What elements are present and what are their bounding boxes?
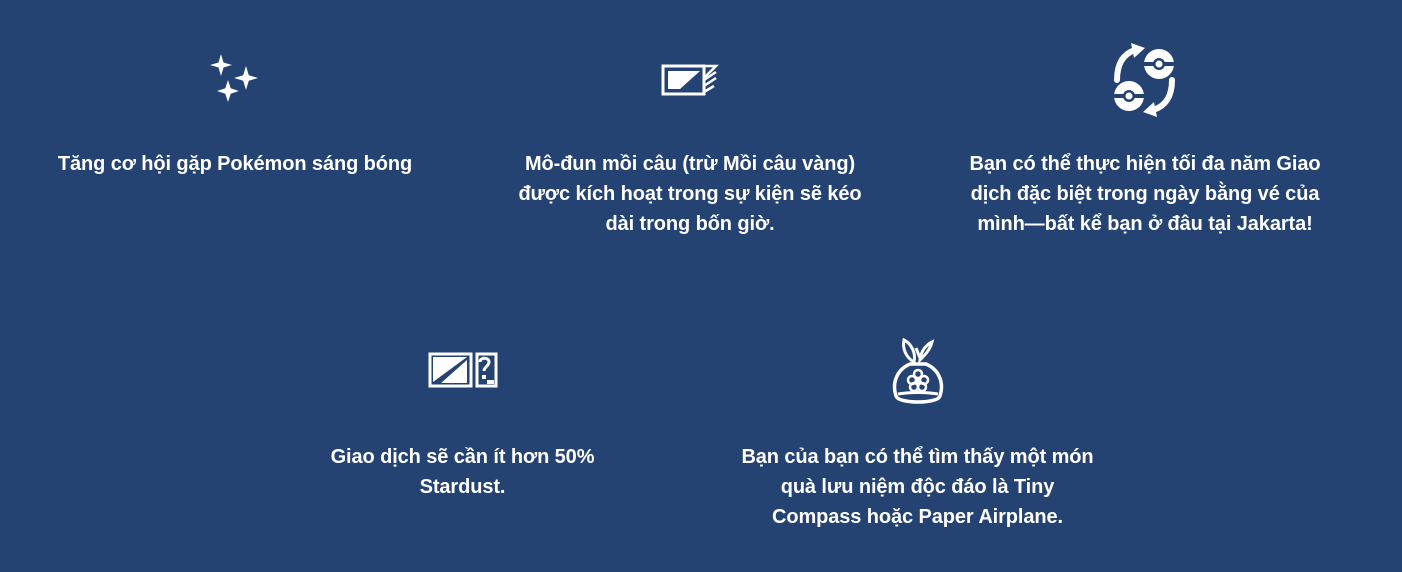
sparkles-icon	[208, 52, 262, 106]
feature-text: Bạn có thể thực hiện tối đa năm Giao dịc…	[969, 153, 1321, 235]
feature-text: Tăng cơ hội gặp Pokémon sáng bóng	[57, 153, 413, 175]
feature-text: Bạn của bạn có thể tìm thấy một món quà …	[741, 446, 1094, 528]
feature-text: Mô-đun mồi câu (trừ Mồi câu vàng) được k…	[518, 153, 862, 235]
gift-bag-icon	[890, 336, 946, 408]
trade-arrows-icon	[1109, 42, 1181, 118]
feature-text: Giao dịch sẽ cần ít hơn 50% Stardust.	[330, 446, 595, 498]
feature-lure-module: Mô-đun mồi câu (trừ Mồi câu vàng) được k…	[505, 40, 875, 250]
feature-shiny-boost: Tăng cơ hội gặp Pokémon sáng bóng	[50, 40, 420, 200]
feature-special-trades: Bạn có thể thực hiện tối đa năm Giao dịc…	[960, 40, 1330, 280]
feature-souvenir: Bạn của bạn có thể tìm thấy một món quà …	[735, 330, 1100, 540]
feature-stardust-discount: Giao dịch sẽ cần ít hơn 50% Stardust.	[295, 330, 630, 510]
lure-module-icon	[660, 62, 720, 98]
stardust-trade-icon	[427, 350, 499, 390]
